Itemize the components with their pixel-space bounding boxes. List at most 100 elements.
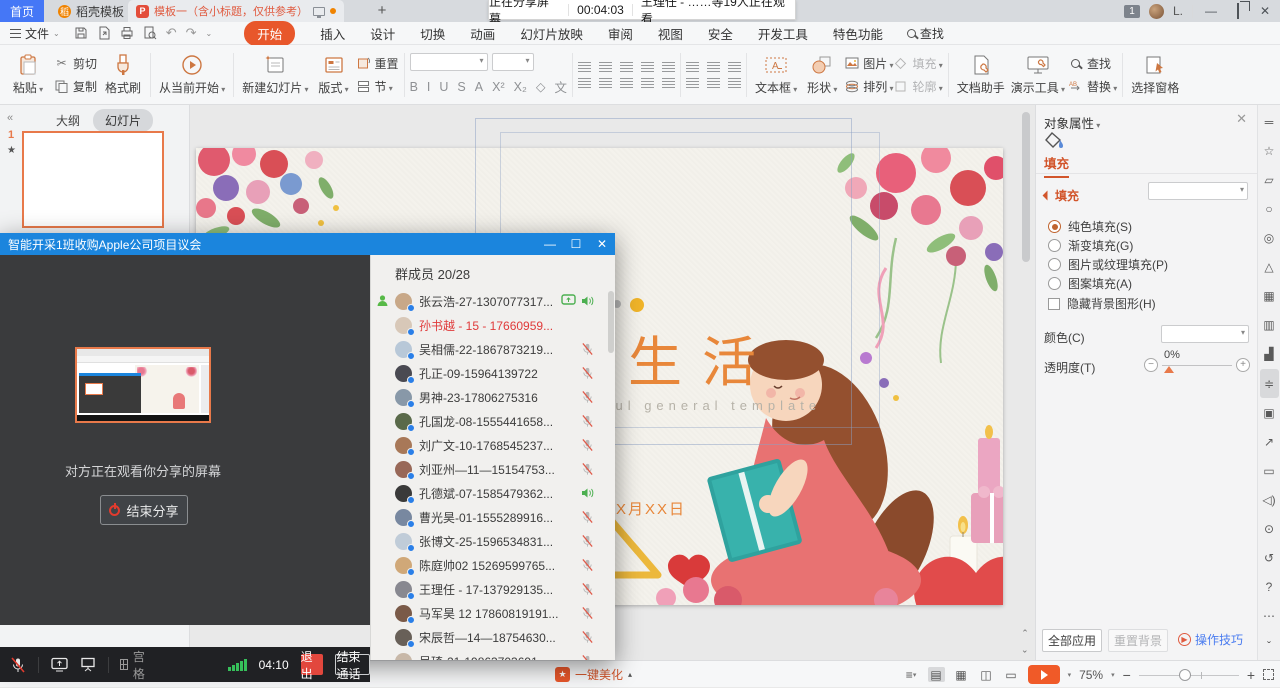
- strip-shape-icon[interactable]: ○: [1260, 194, 1279, 223]
- tab-slides[interactable]: 幻灯片: [93, 109, 153, 132]
- replace-button[interactable]: AB替换: [1068, 78, 1117, 95]
- minimize-button[interactable]: —: [1202, 4, 1220, 18]
- presenter-view-icon[interactable]: ▭: [1003, 667, 1020, 682]
- zoom-slider[interactable]: [1139, 668, 1239, 682]
- format-toggle[interactable]: B: [410, 80, 418, 94]
- zoom-slider-knob[interactable]: [1179, 669, 1191, 681]
- strip-export-icon[interactable]: ↗: [1260, 427, 1279, 456]
- document-tab[interactable]: P 模板一（含小标题，仅供参考）: [128, 0, 344, 22]
- slideshow-play-button[interactable]: [1028, 665, 1060, 684]
- 马军昊 12 17860819191...[interactable]: 马军昊 12 17860819191...: [371, 601, 615, 625]
- ribbon-tab[interactable]: 审阅: [608, 24, 633, 43]
- strip-properties-icon[interactable]: ≑: [1260, 369, 1279, 398]
- 孔正-09-15964139722[interactable]: 孔正-09-15964139722: [371, 361, 615, 385]
- panel-title[interactable]: 对象属性: [1044, 113, 1100, 132]
- present-tools-button[interactable]: 演示工具: [1008, 52, 1068, 98]
- tips-link[interactable]: ▶操作技巧: [1178, 631, 1243, 648]
- notes-toggle-icon[interactable]: ≡▾: [903, 667, 920, 682]
- outline-button[interactable]: 轮廓: [893, 78, 942, 95]
- fill-mode-option[interactable]: 图片或纹理填充(P): [1048, 256, 1168, 273]
- format-toggle[interactable]: X₂: [514, 80, 527, 94]
- ribbon-tab[interactable]: 幻灯片放映: [520, 24, 583, 43]
- 刘广文-10-1768545237...[interactable]: 刘广文-10-1768545237...: [371, 433, 615, 457]
- indent-increase-icon[interactable]: [641, 62, 654, 72]
- meeting-titlebar[interactable]: 智能开采1班收购Apple公司项目议会 — ☐ ✕: [0, 233, 615, 255]
- para-spacing-icon[interactable]: [686, 78, 699, 88]
- find-button[interactable]: 查找: [1068, 55, 1117, 72]
- format-toggle[interactable]: A: [475, 80, 483, 94]
- 孙书越 - 15 - 17660959...[interactable]: 孙书越 - 15 - 17660959...: [371, 313, 615, 337]
- slider-handle[interactable]: [1164, 366, 1174, 373]
- exit-button[interactable]: 退出: [301, 654, 324, 675]
- strip-image-icon[interactable]: ▣: [1260, 398, 1279, 427]
- zoom-in-button[interactable]: +: [1247, 667, 1255, 683]
- fill-mode-option[interactable]: 渐变填充(G): [1048, 237, 1133, 254]
- fill-mode-option[interactable]: 图案填充(A): [1048, 275, 1132, 292]
- screen-sharing-bar[interactable]: 正在分享屏幕 00:04:03 王理任 - ……等19人正在观看: [488, 0, 796, 20]
- print-preview-button[interactable]: [143, 26, 157, 40]
- paste-button[interactable]: 粘贴: [6, 52, 50, 98]
- new-slide-button[interactable]: 新建幻灯片: [239, 52, 311, 98]
- play-from-current-button[interactable]: 从当前开始: [156, 52, 228, 98]
- redo-button[interactable]: ↷: [186, 25, 197, 41]
- save-button[interactable]: [74, 26, 88, 40]
- normal-view-icon[interactable]: ▤: [928, 667, 945, 682]
- favorite-star-icon[interactable]: ★: [7, 145, 16, 156]
- slide-sorter-icon[interactable]: ▦: [953, 667, 970, 682]
- collapse-panel-button[interactable]: «: [7, 112, 11, 124]
- ribbon-tab[interactable]: 开始: [244, 21, 295, 46]
- whiteboard-toolbar-icon[interactable]: [80, 657, 96, 672]
- ribbon-tab[interactable]: 视图: [658, 24, 683, 43]
- fit-to-window-icon[interactable]: [1263, 669, 1274, 680]
- reset-background-button[interactable]: 重置背景: [1108, 629, 1168, 652]
- hide-background-option[interactable]: 隐藏背景图形(H): [1048, 295, 1156, 312]
- panel-close-icon[interactable]: ✕: [1236, 111, 1247, 127]
- reset-button[interactable]: 重置: [356, 55, 399, 72]
- tab-outline[interactable]: 大纲: [56, 112, 80, 129]
- zoom-out-button[interactable]: −: [1123, 667, 1131, 683]
- align-justify-icon[interactable]: [641, 78, 654, 88]
- 张云浩-27-1307077317...[interactable]: 张云浩-27-1307077317...: [371, 289, 615, 313]
- indent-decrease-icon[interactable]: [620, 62, 633, 72]
- apply-all-button[interactable]: 全部应用: [1042, 629, 1102, 652]
- strip-help-icon[interactable]: ?: [1260, 573, 1279, 602]
- fill-preset-select[interactable]: [1148, 182, 1248, 200]
- canvas-scrollbar[interactable]: [1022, 107, 1030, 627]
- fill-mode-option[interactable]: 纯色填充(S): [1048, 218, 1132, 235]
- strip-animation-icon[interactable]: ▱: [1260, 165, 1279, 194]
- format-toggle[interactable]: 文: [554, 77, 567, 96]
- align-right-icon[interactable]: [620, 78, 633, 88]
- 吴相儒-22-1867873219...[interactable]: 吴相儒-22-1867873219...: [371, 337, 615, 361]
- ribbon-tab[interactable]: 插入: [320, 24, 345, 43]
- strip-collapse-icon[interactable]: ˇ: [1260, 631, 1279, 660]
- 孔德斌-07-1585479362...[interactable]: 孔德斌-07-1585479362...: [371, 481, 615, 505]
- screen-share-preview[interactable]: [75, 347, 211, 423]
- strip-sticker-icon[interactable]: ⊙: [1260, 515, 1279, 544]
- previous-slide-button[interactable]: ⌃: [1021, 628, 1029, 639]
- arrange-button[interactable]: 排列: [844, 78, 893, 95]
- meeting-window[interactable]: 智能开采1班收购Apple公司项目议会 — ☐ ✕ 对方正在观看你分享的屏幕 结…: [0, 233, 615, 660]
- strip-box-icon[interactable]: ▭: [1260, 456, 1279, 485]
- fill-section-header[interactable]: 填充: [1044, 187, 1079, 204]
- quickbar-more-icon[interactable]: ⌄: [206, 29, 213, 38]
- 王理任 - 17-137929135...[interactable]: 王理任 - 17-137929135...: [371, 577, 615, 601]
- rice-template-tab[interactable]: 稻 稻壳模板: [48, 0, 135, 22]
- end-share-button[interactable]: 结束分享: [100, 495, 188, 525]
- 刘亚州—11—15154753...[interactable]: 刘亚州—11—15154753...: [371, 457, 615, 481]
- meeting-maximize-button[interactable]: ☐: [563, 233, 589, 255]
- distribute-icon[interactable]: [662, 78, 675, 88]
- strip-table-icon[interactable]: ▦: [1260, 282, 1279, 311]
- zoom-percent[interactable]: 75%: [1079, 668, 1103, 682]
- reading-view-icon[interactable]: ◫: [978, 667, 995, 682]
- slide-date[interactable]: X月XX日: [616, 498, 686, 519]
- strip-layout-icon[interactable]: ▥: [1260, 311, 1279, 340]
- 孔国龙-08-1555441658...[interactable]: 孔国龙-08-1555441658...: [371, 409, 615, 433]
- close-button[interactable]: ✕: [1256, 4, 1274, 18]
- export-button[interactable]: [97, 26, 111, 40]
- ribbon-tab[interactable]: 动画: [470, 24, 495, 43]
- align-left-icon[interactable]: [578, 78, 591, 88]
- format-toggle[interactable]: X²: [492, 80, 505, 94]
- next-slide-button[interactable]: ⌃: [1021, 643, 1029, 654]
- member-list-scrollbar[interactable]: [608, 291, 614, 353]
- 曹光昊-01-1555289916...[interactable]: 曹光昊-01-1555289916...: [371, 505, 615, 529]
